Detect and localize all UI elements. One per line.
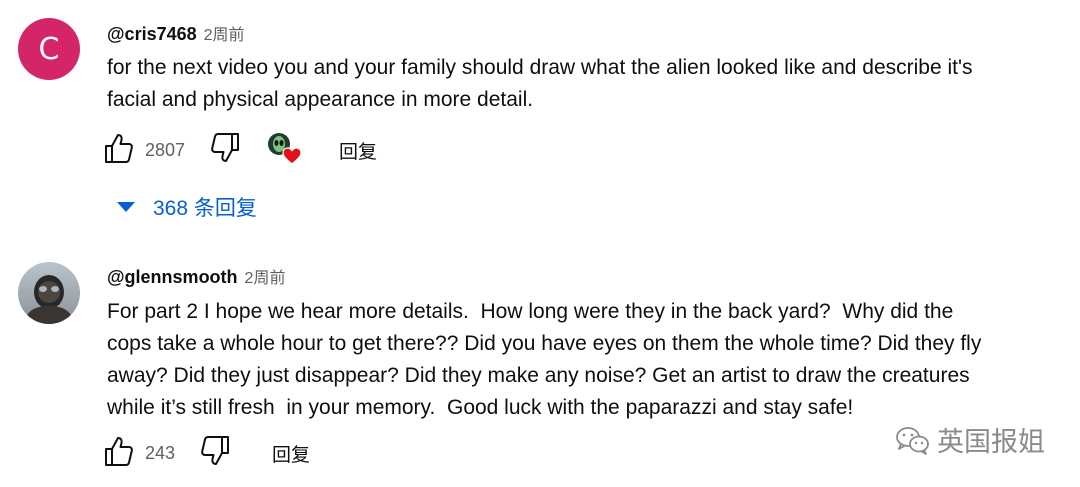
- like-count: 243: [145, 442, 176, 463]
- comment-timestamp[interactable]: 2周前: [245, 264, 286, 288]
- reply-button[interactable]: 回复: [272, 436, 310, 470]
- reply-button[interactable]: 回复: [339, 133, 377, 167]
- avatar-letter: C: [38, 31, 60, 67]
- comment-text-line: For part 2 I hope we hear more details. …: [107, 300, 954, 323]
- wechat-icon: [895, 425, 931, 455]
- comment-text-line: for the next video you and your family s…: [107, 56, 973, 79]
- thumb-down-icon: [210, 132, 240, 169]
- like-button[interactable]: [104, 436, 134, 470]
- view-replies-button[interactable]: 368 条回复: [116, 190, 257, 224]
- comment-text-line: facial and physical appearance in more d…: [107, 88, 534, 111]
- comment-action-bar: 243 回复: [104, 435, 504, 472]
- creator-heart-badge: [266, 132, 302, 170]
- comment-author[interactable]: @glennsmooth: [107, 267, 238, 288]
- caret-down-icon: [116, 201, 136, 213]
- watermark: 英国报姐: [895, 420, 1045, 459]
- comment-text-line: away? Did they just disappear? Did they …: [107, 364, 970, 387]
- comments-section: C @cris7468 2周前 for the next video you a…: [0, 0, 1080, 487]
- like-count: 2807: [145, 139, 186, 160]
- avatar[interactable]: C: [18, 18, 80, 80]
- thumb-up-icon: [104, 435, 134, 472]
- photo-avatar-image: [18, 262, 80, 324]
- replies-count-label: 368 条回复: [153, 197, 257, 220]
- comment-header: @glennsmooth 2周前: [107, 264, 285, 288]
- watermark-text: 英国报姐: [937, 427, 1045, 457]
- comment-header: @cris7468 2周前: [107, 21, 245, 45]
- dislike-button[interactable]: [200, 435, 230, 472]
- dislike-button[interactable]: [210, 132, 240, 169]
- comment-action-bar: 2807 回复: [104, 132, 504, 170]
- heart-icon: [282, 147, 302, 170]
- like-button[interactable]: [104, 133, 134, 167]
- avatar[interactable]: [18, 262, 80, 324]
- comment-text: for the next video you and your family s…: [107, 52, 1067, 116]
- comment-author[interactable]: @cris7468: [107, 24, 197, 45]
- comment-text: For part 2 I hope we hear more details. …: [107, 296, 1067, 424]
- comment-timestamp[interactable]: 2周前: [204, 21, 245, 45]
- thumb-down-icon: [200, 435, 230, 472]
- thumb-up-icon: [104, 132, 134, 169]
- comment-text-line: cops take a whole hour to get there?? Di…: [107, 332, 982, 355]
